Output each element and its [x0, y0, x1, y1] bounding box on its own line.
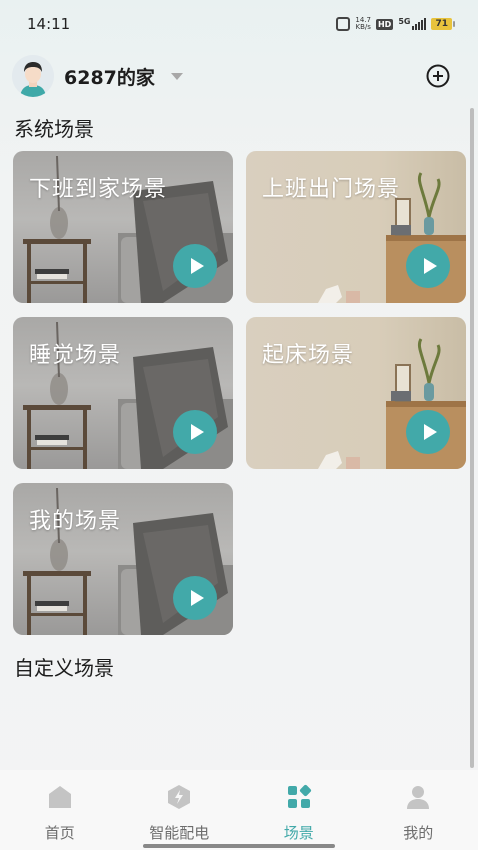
section-title-system: 系统场景	[14, 117, 94, 141]
tab-scenes[interactable]: 场景	[239, 770, 359, 850]
play-icon	[423, 424, 437, 440]
play-button[interactable]	[406, 244, 450, 288]
bottom-tab-bar: 首页 智能配电 场景 我的	[0, 770, 478, 850]
scene-card[interactable]: 我的场景	[13, 483, 233, 635]
tab-label: 智能配电	[149, 824, 210, 842]
scene-card[interactable]: 睡觉场景	[13, 317, 233, 469]
scene-card[interactable]: 下班到家场景	[13, 151, 233, 303]
home-indicator[interactable]	[143, 844, 335, 848]
tab-home[interactable]: 首页	[0, 770, 120, 850]
tab-label: 首页	[44, 824, 75, 842]
play-button[interactable]	[406, 410, 450, 454]
play-button[interactable]	[173, 244, 217, 288]
play-icon	[190, 590, 204, 606]
play-button[interactable]	[173, 576, 217, 620]
tab-label: 场景	[283, 824, 314, 842]
plus-circle-icon[interactable]	[426, 64, 450, 88]
network-speed: 14.7 KB/s	[355, 17, 371, 31]
home-name[interactable]: 6287的家	[64, 63, 155, 90]
network-speed-unit: KB/s	[355, 23, 371, 31]
scrollbar[interactable]	[470, 108, 474, 768]
signal-icon	[412, 18, 427, 30]
lightning-hexagon-icon	[168, 785, 191, 809]
user-avatar-icon	[12, 55, 54, 97]
vibrate-icon	[336, 17, 351, 31]
status-time: 14:11	[27, 15, 71, 33]
status-bar: 14:11 14.7 KB/s HD 5G 71	[0, 0, 478, 48]
play-icon	[190, 258, 204, 274]
system-icons: 14.7 KB/s HD 5G 71	[336, 17, 455, 31]
play-icon	[423, 258, 437, 274]
scene-label: 下班到家场景	[29, 177, 168, 202]
scene-label: 上班出门场景	[262, 177, 401, 202]
person-icon	[407, 786, 430, 809]
play-icon	[190, 424, 204, 440]
scene-label: 睡觉场景	[29, 343, 122, 368]
signal-label: 5G	[398, 17, 411, 26]
scene-grid-icon	[287, 784, 311, 808]
scene-label: 我的场景	[29, 509, 122, 534]
avatar[interactable]	[12, 55, 54, 97]
section-title-custom: 自定义场景	[14, 656, 114, 680]
tab-profile[interactable]: 我的	[359, 770, 478, 850]
tab-smart-power[interactable]: 智能配电	[120, 770, 240, 850]
scene-card[interactable]: 上班出门场景	[246, 151, 466, 303]
tab-label: 我的	[403, 824, 434, 842]
home-icon	[48, 786, 71, 808]
caret-down-icon[interactable]	[170, 72, 183, 80]
play-button[interactable]	[173, 410, 217, 454]
battery-icon: 71	[431, 18, 455, 30]
hd-icon: HD	[375, 18, 394, 30]
scene-label: 起床场景	[262, 343, 355, 368]
home-header: 6287的家	[12, 55, 466, 97]
scene-card[interactable]: 起床场景	[246, 317, 466, 469]
